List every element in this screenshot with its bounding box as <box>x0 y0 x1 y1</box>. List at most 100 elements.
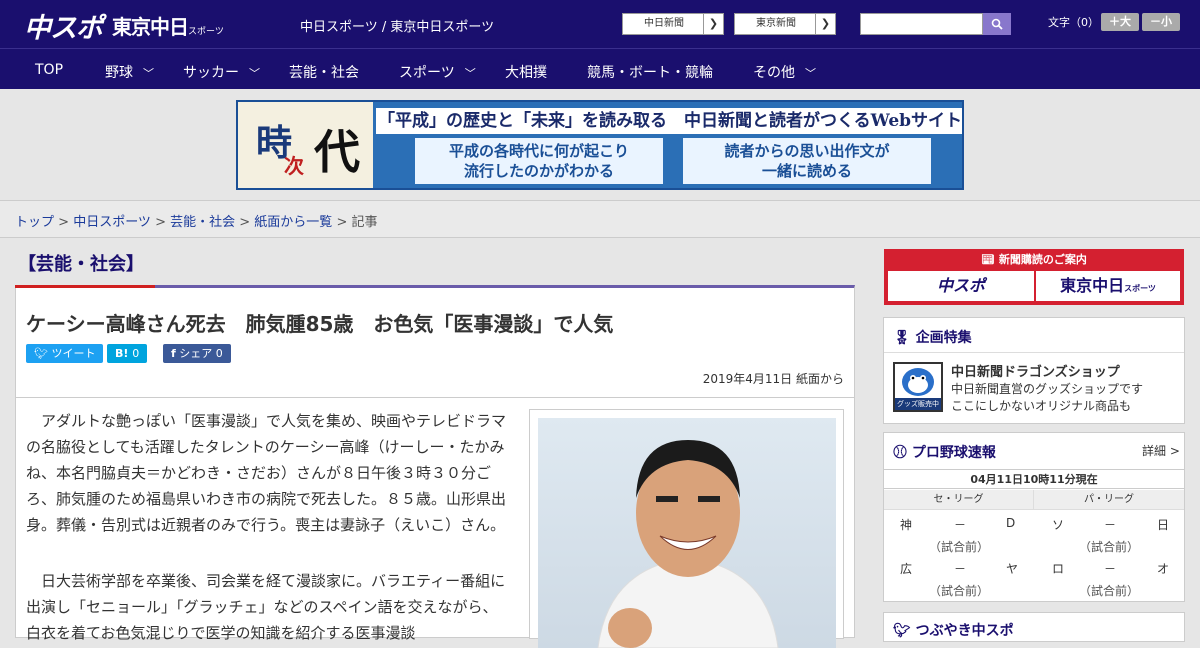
article-category: 【芸能・社会】 <box>18 254 144 275</box>
banner-box-line: 平成の各時代に何が起こり <box>448 142 629 160</box>
nav-label: 芸能・社会 <box>289 65 359 81</box>
font-plus-button[interactable]: ＋大 <box>1101 13 1139 31</box>
subscription-title-text: 新聞購読のご案内 <box>998 253 1087 266</box>
article-photo[interactable] <box>529 409 844 648</box>
banner-logo: 時 次 代 <box>238 102 373 188</box>
baseball-title-text: プロ野球速報 <box>911 445 996 461</box>
site-link[interactable]: 中日スポーツ / 東京中日スポーツ <box>300 16 494 35</box>
breadcrumb-link[interactable]: 中日スポーツ <box>73 215 151 230</box>
nav-item-soccer[interactable]: サッカー ﹀ <box>183 62 260 82</box>
tweets-title-text: つぶやき中スポ <box>915 623 1014 639</box>
tokyo-logo-small: スポーツ <box>188 27 224 37</box>
game-score: － <box>954 518 967 532</box>
chuspo-logo[interactable]: 中スポ <box>24 6 103 45</box>
shop-title[interactable]: 中日新聞ドラゴンズショップ <box>951 361 1120 380</box>
banner-box-right: 読者からの思い出作文が 一緒に読める <box>683 138 931 184</box>
nav-item-top[interactable]: TOP <box>35 62 63 78</box>
tokyo-chunichi-logo[interactable]: 東京中日スポーツ <box>112 11 224 40</box>
nav-item-baseball[interactable]: 野球 ﹀ <box>105 62 154 82</box>
chevron-down-icon: ﹀ <box>249 67 260 80</box>
subscription-title: 📰︎ 新聞購読のご案内 <box>884 251 1184 267</box>
chevron-right-icon: ❯ <box>815 14 835 34</box>
portrait-illustration <box>597 440 779 648</box>
subscribe-chuspo-logo[interactable]: 中スポ <box>888 271 1034 301</box>
banner-box-line: 一緒に読める <box>761 162 852 180</box>
paper-button-label: 中日新聞 <box>644 18 684 29</box>
subscribe-tokyo-logo[interactable]: 東京中日スポーツ <box>1036 271 1180 301</box>
feature-title: 🎖︎ 企画特集 <box>893 327 972 347</box>
hatena-button[interactable]: B! 0 <box>107 344 148 363</box>
game-team: D <box>1006 516 1016 530</box>
font-minus-button[interactable]: －小 <box>1142 13 1180 31</box>
game-status: （試合前） <box>1078 584 1139 598</box>
chevron-right-icon: ❯ <box>703 14 723 34</box>
subscribe-tokyo-text: 東京中日 <box>1060 276 1125 295</box>
game-status: （試合前） <box>928 540 989 554</box>
feature-title-text: 企画特集 <box>915 330 972 346</box>
banner-logo-dai: 代 <box>314 125 360 179</box>
bird-icon: 🐦︎ <box>893 623 911 639</box>
share-label: シェア <box>179 347 213 360</box>
baseball-detail-link[interactable]: 詳細 > <box>1142 442 1180 459</box>
breadcrumb-link[interactable]: トップ <box>15 215 54 230</box>
nav-label: その他 <box>753 65 795 81</box>
tweet-button[interactable]: 🐦︎ ツイート <box>26 344 104 363</box>
subscription-banner[interactable]: 📰︎ 新聞購読のご案内 中スポ 東京中日スポーツ <box>884 249 1184 305</box>
breadcrumb-sep: > <box>54 215 74 230</box>
facebook-share-button[interactable]: f シェア 0 <box>163 344 231 363</box>
shop-desc-line: ここにしかないオリジナル商品も <box>951 399 1132 413</box>
search-input[interactable] <box>860 13 983 35</box>
nav-item-entertainment[interactable]: 芸能・社会 <box>289 62 359 82</box>
banner-box-line: 読者からの思い出作文が <box>724 142 890 160</box>
search-button[interactable] <box>983 13 1011 35</box>
banner-logo-tsugi: 次 <box>284 154 304 178</box>
game-team: オ <box>1157 562 1170 576</box>
chunichi-shinbun-button[interactable]: 中日新聞 ❯ <box>622 13 724 35</box>
share-count: 0 <box>215 347 223 360</box>
breadcrumb-link[interactable]: 芸能・社会 <box>170 215 235 230</box>
dragons-shop-icon[interactable]: グッズ販売中 <box>893 362 943 412</box>
nav-label: TOP <box>35 62 64 78</box>
chevron-down-icon: ﹀ <box>805 67 816 80</box>
article-paragraph: アダルトな艶っぽい「医事漫談」で人気を集め、映画やテレビドラマの名脇役としても活… <box>26 412 507 534</box>
game-team: ソ <box>1052 518 1065 532</box>
tweet-label: ツイート <box>51 347 96 360</box>
breadcrumb-sep: > <box>332 215 352 230</box>
paper-button-label: 東京新聞 <box>756 18 796 29</box>
baseball-icon: ⚾︎ <box>893 445 907 461</box>
shop-badge: グッズ販売中 <box>895 398 941 410</box>
game-score: － <box>1104 562 1117 576</box>
hatena-count: 0 <box>132 347 140 360</box>
central-league-header: セ・リーグ <box>884 490 1034 510</box>
breadcrumb-sep: > <box>150 215 171 230</box>
baseball-title: ⚾︎ プロ野球速報 <box>893 442 996 462</box>
chevron-down-icon: ﹀ <box>464 67 476 80</box>
twitter-icon: 🐦︎ <box>34 347 48 360</box>
breadcrumb-link[interactable]: 紙面から一覧 <box>254 215 332 230</box>
breadcrumb-current: 記事 <box>351 215 378 230</box>
nav-label: サッカー <box>183 65 239 81</box>
game-team: ヤ <box>1006 562 1019 576</box>
subscribe-tokyo-small: スポーツ <box>1124 284 1156 293</box>
game-team: 日 <box>1157 518 1170 532</box>
hatena-label: B! <box>115 347 129 360</box>
article-header-accent <box>15 285 155 288</box>
tokyo-shinbun-button[interactable]: 東京新聞 ❯ <box>734 13 836 35</box>
game-score: － <box>954 562 967 576</box>
article-title: ケーシー高峰さん死去 肺気腫85歳 お色気「医事漫談」で人気 <box>26 312 614 336</box>
game-score: － <box>1104 518 1117 532</box>
nav-item-sports[interactable]: スポーツ ﹀ <box>399 62 476 82</box>
game-team: ロ <box>1052 562 1065 576</box>
breadcrumb-sep: > <box>235 215 255 230</box>
tokyo-logo-text: 東京中日 <box>112 15 189 39</box>
heisei-banner[interactable]: 時 次 代 「平成」の歴史と「未来」を読み取る 中日新聞と読者がつくるWebサイ… <box>236 100 964 190</box>
nav-item-sumo[interactable]: 大相撲 <box>505 62 547 82</box>
font-size-label: 文字（0） <box>1048 16 1099 29</box>
nav-item-racing[interactable]: 競馬・ボート・競輪 <box>587 62 713 82</box>
main-nav: TOP 野球 ﹀ サッカー ﹀ 芸能・社会 スポーツ ﹀ 大相撲 競馬・ボート・競輪 … <box>0 48 1200 89</box>
nav-label: スポーツ <box>399 65 455 81</box>
breadcrumb: トップ > 中日スポーツ > 芸能・社会 > 紙面から一覧 > 記事 <box>0 200 1200 238</box>
banner-box-left: 平成の各時代に何が起こり 流行したのかがわかる <box>415 138 663 184</box>
nav-label: 競馬・ボート・競輪 <box>587 65 713 81</box>
nav-item-other[interactable]: その他 ﹀ <box>753 62 816 82</box>
